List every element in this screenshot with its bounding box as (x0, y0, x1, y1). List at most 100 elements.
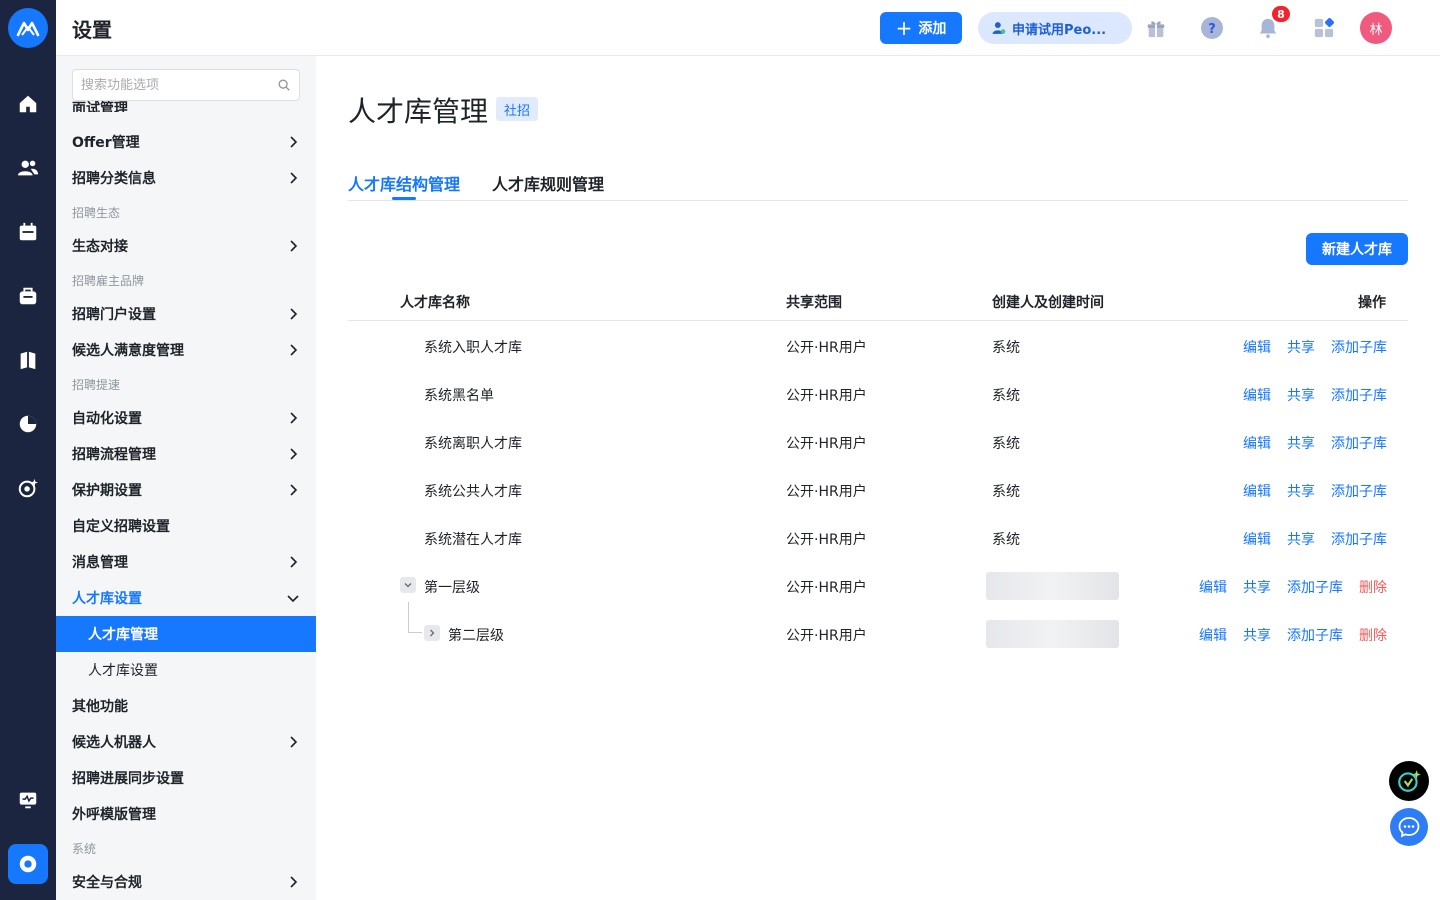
table-row: 系统入职人才库 公开·HR用户 系统 编辑 共享 添加子库 (348, 322, 1408, 370)
tab-indicator (392, 197, 416, 200)
calendar-icon[interactable] (16, 220, 40, 244)
add-sub-link[interactable]: 添加子库 (1287, 577, 1343, 597)
book-icon[interactable] (16, 348, 40, 372)
home-icon[interactable] (16, 92, 40, 116)
ai-target-icon[interactable] (16, 476, 40, 500)
sidebar-item-recruit-category[interactable]: 招聘分类信息 (56, 160, 316, 196)
sidebar-item-process[interactable]: 招聘流程管理 (56, 436, 316, 472)
users-icon[interactable] (16, 156, 40, 180)
add-sub-link[interactable]: 添加子库 (1331, 481, 1387, 501)
delete-link[interactable]: 删除 (1359, 577, 1387, 597)
status-badge: 社招 (496, 97, 539, 121)
edit-link[interactable]: 编辑 (1243, 433, 1271, 453)
notification-badge: 8 (1272, 6, 1290, 22)
ai-target-icon (1398, 770, 1421, 792)
chevron-right-icon (430, 629, 435, 637)
add-button[interactable]: + 添加 (880, 12, 962, 44)
add-sub-link[interactable]: 添加子库 (1331, 529, 1387, 549)
chevron-down-icon (404, 583, 412, 588)
edit-link[interactable]: 编辑 (1199, 577, 1227, 597)
page-title: 人才库管理 (348, 95, 489, 128)
gift-icon[interactable] (1144, 16, 1168, 40)
sidebar-item-talent-management[interactable]: 人才库管理 (56, 616, 316, 652)
chevron-right-icon (290, 448, 298, 460)
sidebar-item-portal[interactable]: 招聘门户设置 (56, 296, 316, 332)
briefcase-icon[interactable] (16, 284, 40, 308)
sidebar-item-outbound[interactable]: 外呼模版管理 (56, 796, 316, 832)
chevron-right-icon (290, 412, 298, 424)
sidebar-group-label: 招聘提速 (72, 378, 121, 392)
page-header-title: 设置 (72, 18, 112, 42)
chevron-right-icon (290, 136, 298, 148)
collapse-toggle[interactable] (400, 577, 416, 593)
settings-icon[interactable] (8, 844, 48, 884)
tab-rules[interactable]: 人才库规则管理 (492, 171, 604, 195)
column-header-name: 人才库名称 (400, 295, 470, 311)
sidebar-item-custom[interactable]: 自定义招聘设置 (56, 508, 316, 544)
chat-icon (1398, 817, 1420, 838)
sidebar-item-ecosystem[interactable]: 生态对接 (56, 228, 316, 264)
share-link[interactable]: 共享 (1287, 481, 1315, 501)
sidebar-item-offer[interactable]: Offer管理 (56, 124, 316, 160)
share-link[interactable]: 共享 (1243, 625, 1271, 645)
column-header-scope: 共享范围 (786, 295, 842, 311)
trial-request-label: 申请试用Peo... (1012, 22, 1107, 38)
chevron-right-icon (290, 556, 298, 568)
sidebar-item-protection[interactable]: 保护期设置 (56, 472, 316, 508)
edit-link[interactable]: 编辑 (1199, 625, 1227, 645)
add-sub-link[interactable]: 添加子库 (1331, 433, 1387, 453)
search-input[interactable] (81, 77, 271, 93)
chevron-right-icon (290, 876, 298, 888)
share-link[interactable]: 共享 (1243, 577, 1271, 597)
chat-support-button[interactable] (1390, 808, 1428, 846)
apps-icon[interactable] (1312, 16, 1336, 40)
edit-link[interactable]: 编辑 (1243, 385, 1271, 405)
chevron-right-icon (290, 736, 298, 748)
tab-structure[interactable]: 人才库结构管理 (348, 171, 460, 195)
monitor-icon[interactable] (16, 788, 40, 812)
search-box[interactable] (72, 69, 300, 101)
avatar[interactable]: 林 (1360, 12, 1392, 44)
new-talent-pool-button[interactable]: 新建人才库 (1306, 233, 1408, 265)
table-header: 人才库名称 共享范围 创建人及创建时间 操作 (348, 284, 1408, 321)
edit-link[interactable]: 编辑 (1243, 337, 1271, 357)
chevron-right-icon (290, 240, 298, 252)
help-icon[interactable]: ? (1200, 16, 1224, 40)
sidebar-item-robot[interactable]: 候选人机器人 (56, 724, 316, 760)
trial-request-button[interactable]: 申请试用Peo... (978, 12, 1132, 44)
column-header-creator: 创建人及创建时间 (992, 295, 1104, 311)
delete-link[interactable]: 删除 (1359, 625, 1387, 645)
main-content: 人才库管理 社招 人才库结构管理 人才库规则管理 新建人才库 人才库名称 共享范… (316, 56, 1440, 900)
settings-sidebar: 面试管理 Offer管理 招聘分类信息 招聘生态 生态对接 招聘雇主品牌 招聘门… (56, 56, 316, 900)
logo-icon[interactable] (8, 8, 48, 48)
sidebar-item-automation[interactable]: 自动化设置 (56, 400, 316, 436)
edit-link[interactable]: 编辑 (1243, 529, 1271, 549)
share-link[interactable]: 共享 (1287, 529, 1315, 549)
sidebar-item-sync[interactable]: 招聘进展同步设置 (56, 760, 316, 796)
sidebar-item-messages[interactable]: 消息管理 (56, 544, 316, 580)
edit-link[interactable]: 编辑 (1243, 481, 1271, 501)
app-rail (0, 0, 56, 900)
share-link[interactable]: 共享 (1287, 385, 1315, 405)
add-sub-link[interactable]: 添加子库 (1331, 337, 1387, 357)
share-link[interactable]: 共享 (1287, 337, 1315, 357)
sidebar-item-other[interactable]: 其他功能 (56, 688, 316, 724)
sidebar-item-satisfaction[interactable]: 候选人满意度管理 (56, 332, 316, 368)
chevron-right-icon (290, 484, 298, 496)
table-row: 系统公共人才库 公开·HR用户 系统 编辑 共享 添加子库 (348, 466, 1408, 514)
search-icon (278, 79, 290, 91)
ai-assistant-button[interactable] (1389, 761, 1429, 801)
add-sub-link[interactable]: 添加子库 (1331, 385, 1387, 405)
creator-blurred (986, 572, 1119, 600)
sidebar-item-talent-config[interactable]: 人才库设置 (56, 652, 316, 688)
table-row: 系统潜在人才库 公开·HR用户 系统 编辑 共享 添加子库 (348, 514, 1408, 562)
sidebar-item-talent-settings[interactable]: 人才库设置 (56, 580, 316, 616)
sidebar-group-label: 招聘雇主品牌 (72, 274, 145, 288)
share-link[interactable]: 共享 (1287, 433, 1315, 453)
chevron-right-icon (290, 344, 298, 356)
sidebar-group-label: 系统 (72, 842, 97, 856)
expand-toggle[interactable] (424, 625, 440, 641)
pie-chart-icon[interactable] (16, 412, 40, 436)
add-sub-link[interactable]: 添加子库 (1287, 625, 1343, 645)
sidebar-item-security[interactable]: 安全与合规 (56, 864, 316, 900)
